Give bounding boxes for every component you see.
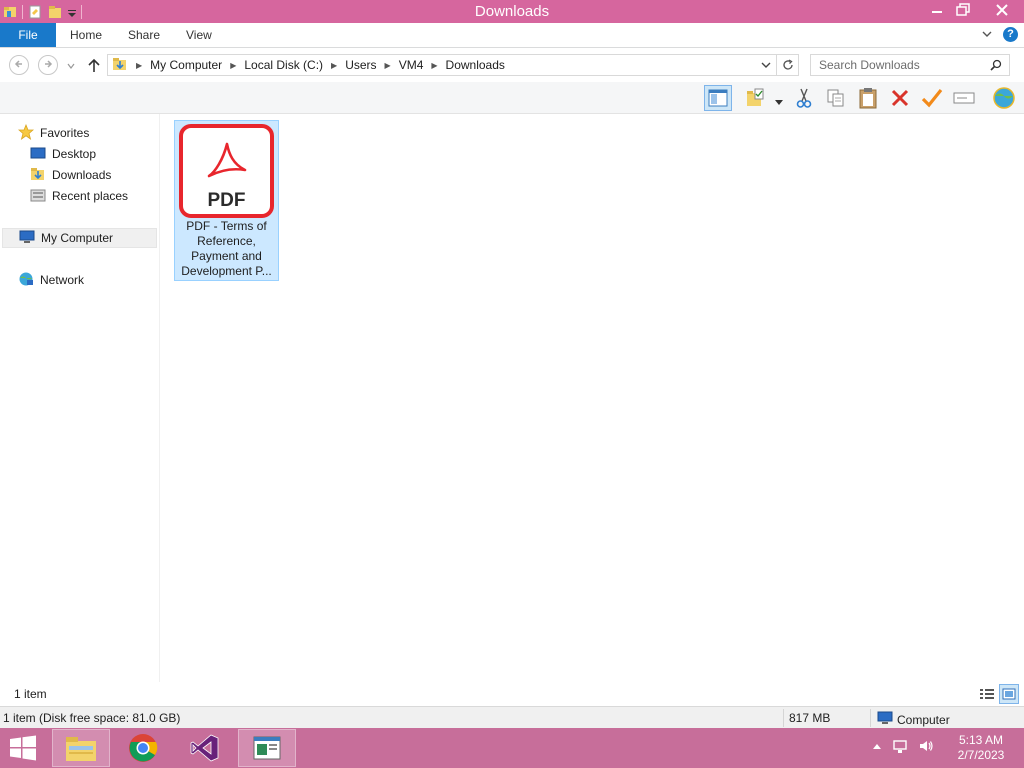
location-zone: Computer [877, 710, 950, 729]
computer-icon [19, 229, 35, 248]
file-name: PDF - Terms of Reference, Payment and De… [181, 219, 272, 278]
copy-icon[interactable] [822, 85, 850, 111]
desktop-icon [30, 146, 46, 163]
nav-favorites[interactable]: Favorites [17, 123, 90, 143]
ribbon: File Home Share View ? [0, 23, 1024, 48]
cut-icon[interactable] [790, 85, 818, 111]
checkmark-icon[interactable] [918, 85, 946, 111]
taskbar-file-explorer[interactable] [52, 729, 110, 767]
nav-recent-places-label: Recent places [52, 189, 129, 203]
restore-button[interactable] [948, 0, 978, 22]
network-status-icon[interactable] [892, 738, 908, 757]
network-globe-icon[interactable] [990, 85, 1018, 111]
star-icon [17, 123, 35, 143]
address-dropdown-icon[interactable] [760, 59, 772, 74]
chevron-right-icon[interactable]: ▶ [385, 61, 391, 70]
selection-size: 817 MB [789, 711, 831, 725]
chevron-right-icon[interactable]: ▶ [331, 61, 337, 70]
pdf-icon-label: PDF [207, 190, 246, 211]
taskbar-visual-studio[interactable] [176, 729, 234, 767]
folder-options-dropdown-icon[interactable] [775, 95, 783, 109]
network-icon [18, 271, 34, 290]
back-button[interactable] [9, 55, 29, 75]
tab-view[interactable]: View [186, 23, 212, 47]
navigation-pane: Favorites Desktop Downloads Recent place… [0, 114, 160, 682]
forward-button[interactable] [38, 55, 58, 75]
search-input[interactable]: Search Downloads [810, 54, 1010, 76]
refresh-icon[interactable] [776, 55, 798, 75]
location-label: Computer [897, 712, 950, 727]
file-list: PDF PDF - Terms of Reference, Payment an… [160, 114, 1024, 682]
status-divider [783, 709, 784, 727]
rename-icon[interactable] [950, 85, 978, 111]
nav-my-computer[interactable]: My Computer [2, 228, 157, 248]
window-title: Downloads [474, 3, 550, 20]
nav-downloads[interactable]: Downloads [30, 165, 111, 185]
details-pane-icon[interactable] [704, 85, 732, 111]
taskbar-app-window[interactable] [238, 729, 296, 767]
title-bar: Downloads [0, 0, 1024, 23]
item-count-row: 1 item [0, 682, 1024, 706]
computer-icon [877, 710, 893, 729]
show-hidden-icons-icon[interactable] [872, 742, 882, 753]
status-divider [870, 709, 871, 727]
recent-places-icon [30, 187, 46, 206]
up-arrow-icon[interactable] [87, 57, 101, 76]
taskbar: 5:13 AM 2/7/2023 [0, 728, 1024, 768]
chevron-right-icon[interactable]: ▶ [230, 61, 236, 70]
downloads-folder-icon [30, 166, 46, 185]
tab-file[interactable]: File [0, 23, 56, 47]
command-toolbar [0, 82, 1024, 114]
downloads-folder-icon [112, 56, 128, 75]
pdf-file-icon: PDF [179, 124, 274, 218]
nav-desktop[interactable]: Desktop [30, 144, 96, 164]
details-view-icon[interactable] [977, 684, 997, 704]
taskbar-chrome[interactable] [114, 729, 172, 767]
volume-icon[interactable] [918, 738, 934, 757]
nav-desktop-label: Desktop [52, 147, 97, 161]
tab-share[interactable]: Share [128, 23, 160, 47]
nav-favorites-label: Favorites [40, 126, 90, 140]
breadcrumb-users[interactable]: Users [345, 58, 376, 72]
help-icon[interactable]: ? [1003, 27, 1018, 42]
tab-home[interactable]: Home [70, 23, 102, 47]
delete-icon[interactable] [886, 85, 914, 111]
large-icons-view-icon[interactable] [999, 684, 1019, 704]
item-count: 1 item [14, 687, 47, 701]
nav-recent-places[interactable]: Recent places [30, 186, 128, 206]
address-row: ▶ My Computer ▶ Local Disk (C:) ▶ Users … [0, 48, 1024, 82]
nav-network-label: Network [40, 273, 85, 287]
close-window-button[interactable] [984, 0, 1020, 22]
chevron-right-icon[interactable]: ▶ [431, 61, 437, 70]
chevron-right-icon: ▶ [136, 60, 143, 70]
recent-locations-icon[interactable] [66, 60, 76, 74]
paste-icon[interactable] [854, 85, 882, 111]
breadcrumb-local-disk[interactable]: Local Disk (C:) [244, 58, 323, 72]
search-icon[interactable] [990, 59, 1002, 74]
disk-info: 1 item (Disk free space: 81.0 GB) [3, 711, 181, 725]
address-bar[interactable]: ▶ My Computer ▶ Local Disk (C:) ▶ Users … [107, 54, 799, 76]
breadcrumb-downloads[interactable]: Downloads [446, 58, 505, 72]
clock[interactable]: 5:13 AM 2/7/2023 [950, 733, 1012, 763]
expand-ribbon-icon[interactable] [981, 28, 993, 42]
nav-downloads-label: Downloads [52, 168, 112, 182]
clock-date: 2/7/2023 [957, 748, 1005, 762]
breadcrumb-vm4[interactable]: VM4 [399, 58, 424, 72]
properties-folder-icon[interactable] [742, 85, 770, 111]
file-item[interactable]: PDF PDF - Terms of Reference, Payment an… [174, 120, 279, 281]
status-bar: 1 item (Disk free space: 81.0 GB) 817 MB… [0, 706, 1024, 728]
clock-time: 5:13 AM [958, 733, 1004, 747]
start-button[interactable] [0, 729, 46, 767]
system-tray [872, 738, 934, 757]
breadcrumb-my-computer[interactable]: My Computer [150, 58, 222, 72]
nav-network[interactable]: Network [18, 270, 84, 290]
nav-my-computer-label: My Computer [41, 231, 114, 245]
